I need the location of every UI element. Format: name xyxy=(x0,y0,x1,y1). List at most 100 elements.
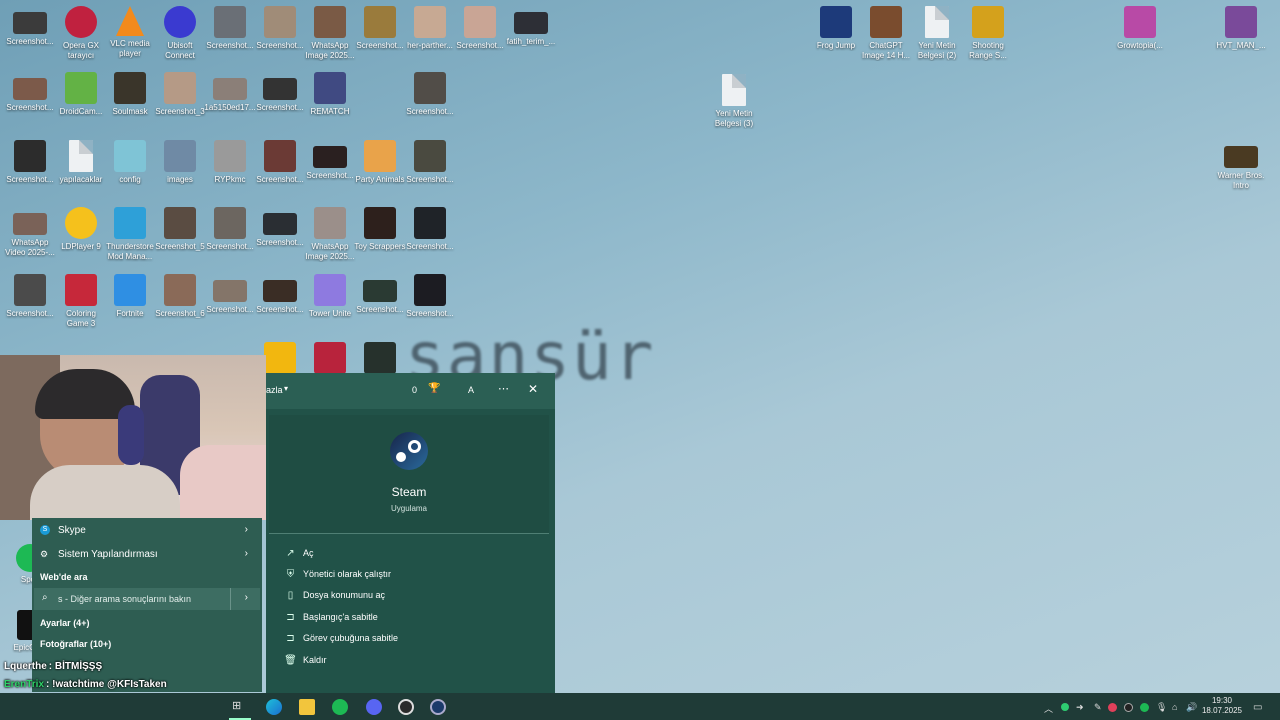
chevron-right-icon[interactable]: › xyxy=(245,592,248,603)
red-app-icon[interactable] xyxy=(1108,703,1117,712)
desktop-icon[interactable]: Growtopia(... xyxy=(1114,6,1166,51)
desktop-icon[interactable]: Screenshot... xyxy=(254,140,306,185)
desktop-icon[interactable]: Screenshot... xyxy=(4,274,56,319)
chevron-up-icon[interactable]: ︿ xyxy=(1044,702,1053,715)
network-icon[interactable]: ⌂ xyxy=(1172,702,1177,712)
desktop-icon[interactable]: VLC media player xyxy=(104,6,156,59)
desktop-icon-image xyxy=(214,207,246,239)
avatar[interactable]: A xyxy=(462,381,480,399)
action-pin-to-start[interactable]: ⊐ Başlangıç'a sabitle xyxy=(284,609,377,625)
desktop-icon[interactable]: Warner Bros. Intro xyxy=(1215,140,1267,191)
desktop-icon[interactable]: WhatsApp Video 2025-... xyxy=(4,207,56,258)
desktop-icon[interactable]: Toy Scrappers xyxy=(354,207,406,252)
action-pin-to-taskbar[interactable]: ⊐ Görev çubuğuna sabitle xyxy=(284,630,398,646)
desktop-icon-image xyxy=(264,140,296,172)
desktop-icon[interactable]: 1a5150ed17... xyxy=(204,72,256,113)
spotify-tray-icon[interactable] xyxy=(1140,703,1149,712)
desktop-icon[interactable]: Screenshot... xyxy=(254,207,306,248)
action-label: Yönetici olarak çalıştır xyxy=(303,569,392,579)
desktop-icon-label: Screenshot... xyxy=(6,309,54,318)
desktop-icon[interactable]: Screenshot... xyxy=(254,6,306,51)
arrow-icon[interactable]: ➜ xyxy=(1076,702,1084,713)
action-uninstall[interactable]: 🗑 Kaldır xyxy=(284,652,326,668)
action-open-file-location[interactable]: ▯ Dosya konumunu aç xyxy=(284,587,385,603)
desktop-icon[interactable]: Fortnite xyxy=(104,274,156,319)
desktop-icon[interactable]: ChatGPT Image 14 H... xyxy=(860,6,912,61)
desktop-icon[interactable]: Screenshot... xyxy=(4,140,56,185)
action-open[interactable]: ↗ Aç xyxy=(284,545,313,561)
desktop-icon[interactable]: Coloring Game 3 xyxy=(55,274,107,329)
microphone-icon[interactable]: 🎙 xyxy=(1156,702,1167,713)
more-filters-label[interactable]: azla xyxy=(266,385,283,395)
desktop-icon[interactable]: fatih_terim_... xyxy=(505,6,557,47)
desktop-icon[interactable]: LDPlayer 9 xyxy=(55,207,107,252)
desktop-icon[interactable]: Screenshot... xyxy=(304,140,356,181)
desktop-icon[interactable]: config xyxy=(104,140,156,185)
close-icon[interactable]: ✕ xyxy=(528,382,538,396)
desktop-icon[interactable]: HVT_MAN_... xyxy=(1215,6,1267,51)
desktop-icon[interactable]: Screenshot... xyxy=(354,6,406,51)
desktop-icon-label: Screenshot... xyxy=(206,41,254,50)
category-photos[interactable]: Fotoğraflar (10+) xyxy=(40,639,111,649)
desktop-icon[interactable]: WhatsApp Image 2025... xyxy=(304,6,356,61)
action-run-as-admin[interactable]: ⛨ Yönetici olarak çalıştır xyxy=(284,566,391,582)
desktop-icon[interactable]: Ubisoft Connect xyxy=(154,6,206,61)
obs-tray-icon[interactable] xyxy=(1124,703,1133,712)
desktop-icon[interactable]: Yeni Metin Belgesi (3) xyxy=(708,74,760,129)
desktop-icon[interactable]: Screenshot_5 xyxy=(154,207,206,252)
desktop-icon[interactable]: REMATCH xyxy=(304,72,356,117)
desktop-icon[interactable]: yapılacaklar xyxy=(55,140,107,185)
desktop-icon[interactable]: RYPkmc xyxy=(204,140,256,185)
desktop-icon[interactable]: Screenshot... xyxy=(4,6,56,47)
desktop-icon[interactable]: Frog Jump xyxy=(810,6,862,51)
desktop-icon[interactable] xyxy=(304,342,356,377)
desktop-icon[interactable]: Screenshot_6 xyxy=(154,274,206,319)
desktop-icon[interactable]: Screenshot... xyxy=(404,274,456,319)
desktop-icon[interactable]: Screenshot... xyxy=(404,207,456,252)
desktop-icon[interactable]: Soulmask xyxy=(104,72,156,117)
notification-icon[interactable]: ▭ xyxy=(1253,702,1262,713)
discord-icon[interactable] xyxy=(366,699,382,715)
obs-icon[interactable] xyxy=(398,699,414,715)
desktop-icon[interactable] xyxy=(354,342,406,377)
desktop-icon[interactable]: Screenshot... xyxy=(254,72,306,113)
desktop-icon[interactable]: Screenshot... xyxy=(204,6,256,51)
category-settings[interactable]: Ayarlar (4+) xyxy=(40,618,89,628)
steam-taskbar-icon[interactable] xyxy=(430,699,446,715)
desktop-icon[interactable]: WhatsApp Image 2025... xyxy=(304,207,356,262)
pen-icon[interactable]: ✎ xyxy=(1094,702,1102,713)
desktop-icon[interactable]: Screenshot... xyxy=(4,72,56,113)
desktop-icon[interactable]: images xyxy=(154,140,206,185)
search-result-system-config[interactable]: ⚙ Sistem Yapılandırması › xyxy=(32,544,262,566)
desktop-icon[interactable]: Yeni Metin Belgesi (2) xyxy=(911,6,963,61)
desktop-icon[interactable]: Screenshot... xyxy=(404,72,456,117)
desktop-icon[interactable]: Shooting Range S... xyxy=(962,6,1014,61)
desktop-icon[interactable]: Screenshot... xyxy=(404,140,456,185)
desktop-icon[interactable]: Thunderstore Mod Mana... xyxy=(104,207,156,262)
web-search-row[interactable]: ⌕ s - Diğer arama sonuçlarını bakın › xyxy=(34,588,260,610)
trophy-icon[interactable]: 🏆 xyxy=(428,383,440,394)
status-green-icon[interactable] xyxy=(1061,703,1069,711)
desktop-icon[interactable]: her-parther... xyxy=(404,6,456,51)
search-result-skype[interactable]: S Skype › xyxy=(32,520,262,542)
desktop-icon[interactable]: Party Animals xyxy=(354,140,406,185)
volume-icon[interactable]: 🔊 xyxy=(1186,702,1197,713)
desktop-icon[interactable]: Screenshot_3 xyxy=(154,72,206,117)
desktop-icon[interactable]: Opera GX tarayıcı xyxy=(55,6,107,61)
task-view-icon[interactable]: ⊞ xyxy=(232,699,248,715)
desktop-icon[interactable]: Tower Unite xyxy=(304,274,356,319)
desktop-icon-image xyxy=(414,6,446,38)
file-explorer-icon[interactable] xyxy=(299,699,315,715)
desktop-icon[interactable]: Screenshot... xyxy=(204,207,256,252)
desktop-icon-image xyxy=(65,274,97,306)
edge-icon[interactable] xyxy=(266,699,282,715)
desktop-icon[interactable]: Screenshot... xyxy=(204,274,256,315)
clock[interactable]: 19:30 18.07.2025 xyxy=(1200,696,1244,716)
desktop-icon[interactable]: Screenshot... xyxy=(354,274,406,315)
chevron-down-icon[interactable]: ▾ xyxy=(284,384,288,393)
more-options-icon[interactable]: ⋯ xyxy=(498,382,509,395)
desktop-icon[interactable]: Screenshot... xyxy=(454,6,506,51)
spotify-icon[interactable] xyxy=(332,699,348,715)
desktop-icon[interactable]: DroidCam... xyxy=(55,72,107,117)
desktop-icon[interactable]: Screenshot... xyxy=(254,274,306,315)
